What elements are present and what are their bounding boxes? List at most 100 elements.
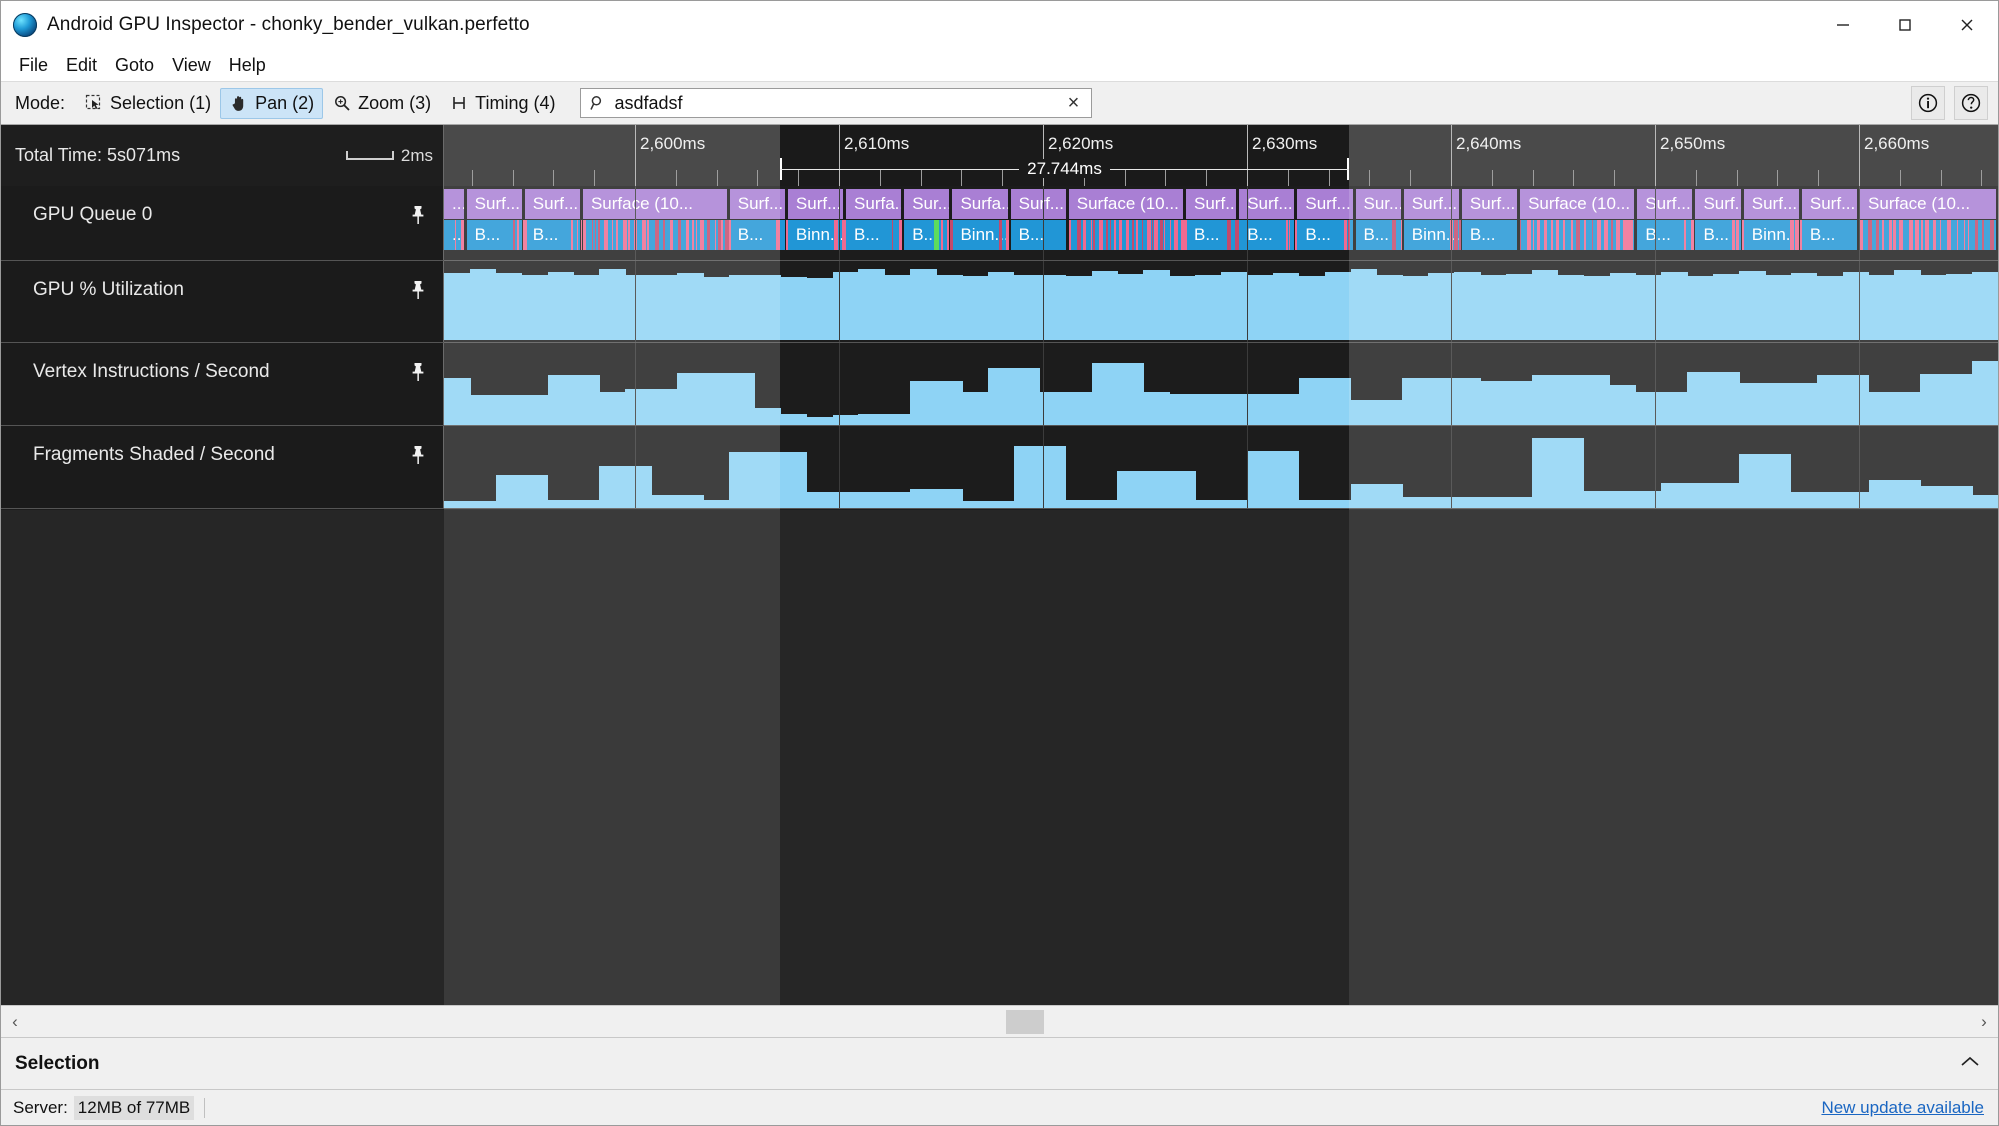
- menu-view[interactable]: View: [163, 52, 220, 79]
- scrollbar-track[interactable]: [29, 1006, 1970, 1038]
- track-header[interactable]: GPU % Utilization: [1, 261, 444, 342]
- render-pass-marker: [1867, 220, 1872, 250]
- pin-icon[interactable]: [409, 279, 427, 301]
- track-content[interactable]: [444, 261, 1998, 342]
- slice-surface[interactable]: Surface (10...: [1520, 189, 1636, 219]
- slice-surface[interactable]: Sur...: [904, 189, 951, 219]
- track-gpu-queue-0[interactable]: GPU Queue 0 ...Surf...Surf...Surface (10…: [1, 186, 1998, 261]
- maximize-icon[interactable]: [1874, 1, 1936, 49]
- slice-surface[interactable]: Surfa...: [952, 189, 1009, 219]
- track-content[interactable]: [444, 426, 1998, 508]
- minimize-icon[interactable]: [1812, 1, 1874, 49]
- counter-bar: [1169, 470, 1196, 506]
- slice-surface[interactable]: Surf...: [1461, 189, 1519, 219]
- slice-surface[interactable]: Surf...: [1743, 189, 1800, 219]
- counter-bar: [625, 389, 652, 423]
- counter-bar: [469, 395, 497, 423]
- selection-panel-title: Selection: [15, 1052, 100, 1074]
- slice-surface[interactable]: Surf...: [466, 189, 523, 219]
- track-header[interactable]: GPU Queue 0: [1, 186, 444, 260]
- search-clear-icon[interactable]: ×: [1063, 93, 1083, 113]
- selection-panel[interactable]: Selection: [1, 1037, 1998, 1089]
- slice-surface[interactable]: Surf...: [1637, 189, 1694, 219]
- counter-bar: [1790, 492, 1818, 506]
- ruler-tick-label: 2,650ms: [1660, 134, 1726, 153]
- help-button[interactable]: [1954, 86, 1988, 120]
- slice-binning[interactable]: B...: [1010, 220, 1067, 250]
- counter-bar: [1764, 453, 1792, 506]
- render-pass-marker: [1164, 220, 1166, 250]
- counter-bar: [1972, 272, 1998, 340]
- mode-pan-button[interactable]: Pan (2): [220, 87, 324, 119]
- scrollbar-thumb[interactable]: [1006, 1009, 1044, 1034]
- mode-zoom-button[interactable]: Zoom (3): [323, 88, 440, 119]
- slice-surface[interactable]: Surface (10...: [582, 189, 728, 219]
- counter-bar: [1661, 271, 1688, 340]
- pin-icon[interactable]: [409, 444, 427, 466]
- render-pass-marker: [1790, 220, 1794, 250]
- search-input[interactable]: asdfadsf ×: [580, 88, 1093, 118]
- slice-surface[interactable]: Sur...: [1355, 189, 1402, 219]
- slice-surface[interactable]: ...: [444, 189, 465, 219]
- track-gpu-utilization[interactable]: GPU % Utilization: [1, 261, 1998, 343]
- grid-line: [1043, 343, 1044, 425]
- counter-bar: [625, 465, 652, 506]
- scroll-right-arrow[interactable]: ›: [1970, 1012, 1998, 1032]
- ruler-tick-minor: [1981, 170, 1983, 186]
- question-circle-icon: [1961, 93, 1981, 113]
- info-button[interactable]: [1911, 86, 1945, 120]
- slice-surface[interactable]: Surf...: [524, 189, 581, 219]
- slice-surface[interactable]: Surf...: [1695, 189, 1742, 219]
- render-pass-marker: [1555, 220, 1559, 250]
- scroll-left-arrow[interactable]: ‹: [1, 1012, 29, 1032]
- slice-surface[interactable]: Surf...: [1801, 189, 1859, 219]
- mode-timing-button[interactable]: Timing (4): [440, 88, 564, 119]
- slice-surface[interactable]: Surf...: [729, 189, 786, 219]
- pin-icon[interactable]: [409, 361, 427, 383]
- counter-bar: [728, 275, 756, 340]
- slice-surface[interactable]: Surf...: [787, 189, 845, 219]
- slice-surface[interactable]: Surface (10...: [1068, 189, 1185, 219]
- menu-help[interactable]: Help: [220, 52, 275, 79]
- horizontal-scrollbar[interactable]: ‹ ›: [1, 1005, 1998, 1037]
- trace-viewport[interactable]: Total Time: 5s071ms 2ms 2,600ms 2,610ms 2,…: [1, 125, 1998, 1005]
- pin-icon[interactable]: [409, 204, 427, 226]
- render-pass-marker: [522, 220, 527, 250]
- track-header[interactable]: Vertex Instructions / Second: [1, 343, 444, 425]
- slice-binning[interactable]: B...: [846, 220, 903, 250]
- slice-surface[interactable]: Surf...: [1186, 189, 1238, 219]
- slice-surface[interactable]: Surf...: [1297, 189, 1354, 219]
- track-vertex-instructions[interactable]: Vertex Instructions / Second: [1, 343, 1998, 426]
- counter-bar: [495, 273, 523, 340]
- slice-binning[interactable]: B...: [904, 220, 951, 250]
- track-content[interactable]: ...Surf...Surf...Surface (10...Surf...Su…: [444, 186, 1998, 260]
- counter-bar: [1065, 276, 1093, 340]
- search-value: asdfadsf: [614, 92, 683, 113]
- render-pass-marker: [1184, 220, 1187, 250]
- render-pass-marker: [1458, 220, 1461, 250]
- counter-bar: [599, 269, 626, 340]
- menu-edit[interactable]: Edit: [57, 52, 106, 79]
- track-content[interactable]: [444, 343, 1998, 425]
- render-pass-marker: [686, 220, 690, 250]
- slice-binning[interactable]: B...: [1801, 220, 1859, 250]
- menu-file[interactable]: File: [10, 52, 57, 79]
- slice-surface[interactable]: Surfa...: [846, 189, 903, 219]
- chevron-up-icon[interactable]: [1960, 1052, 1980, 1075]
- counter-bar: [858, 269, 885, 340]
- counter-bar: [1013, 445, 1041, 506]
- slice-surface[interactable]: Surf...: [1010, 189, 1067, 219]
- track-fragments-shaded[interactable]: Fragments Shaded / Second: [1, 426, 1998, 509]
- menu-goto[interactable]: Goto: [106, 52, 163, 79]
- render-pass-marker: [1731, 220, 1735, 250]
- mode-selection-button[interactable]: Selection (1): [75, 88, 220, 119]
- render-pass-marker: [1146, 220, 1151, 250]
- update-link[interactable]: New update available: [1821, 1098, 1984, 1118]
- track-header[interactable]: Fragments Shaded / Second: [1, 426, 444, 508]
- slice-binning[interactable]: B...: [1461, 220, 1519, 250]
- counter-bar: [677, 273, 704, 340]
- slice-surface[interactable]: Surface (10...: [1860, 189, 1997, 219]
- ruler-tick-minor: [757, 170, 759, 186]
- close-icon[interactable]: [1936, 1, 1998, 49]
- counter-bar: [1169, 276, 1196, 340]
